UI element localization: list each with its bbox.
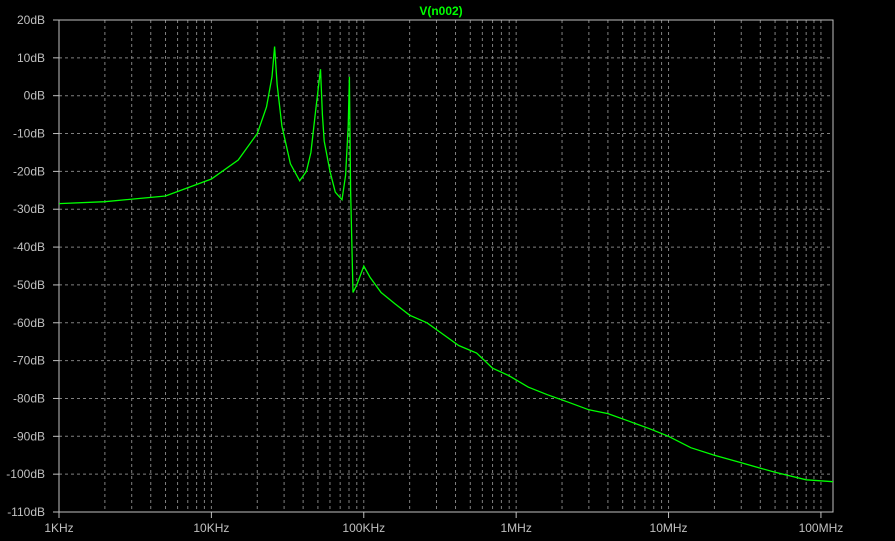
x-tick-label: 100KHz (342, 521, 385, 535)
y-tick-label: -90dB (13, 429, 45, 443)
y-tick-label: 20dB (17, 13, 45, 27)
y-tick-label: -40dB (13, 240, 45, 254)
y-tick-label: -110dB (7, 505, 45, 519)
y-tick-label: -80dB (13, 391, 45, 405)
y-tick-label: -100dB (6, 467, 45, 481)
y-tick-label: -20dB (13, 164, 45, 178)
y-tick-label: -30dB (13, 202, 45, 216)
y-tick-label: 0dB (24, 89, 45, 103)
x-tick-label: 10KHz (193, 521, 229, 535)
y-tick-label: -10dB (13, 127, 45, 141)
y-tick-label: 10dB (17, 51, 45, 65)
y-tick-label: -60dB (13, 316, 45, 330)
plot-svg: V(n002) 20dB 10dB 0dB -10dB -20dB -30dB -40dB -… (0, 0, 895, 541)
x-tick-label: 1KHz (44, 521, 73, 535)
x-tick-label: 100MHz (799, 521, 844, 535)
y-tick-label: -70dB (13, 354, 45, 368)
y-tick-label: -50dB (13, 278, 45, 292)
chart-title: V(n002) (419, 4, 462, 18)
x-tick-label: 10MHz (650, 521, 688, 535)
x-tick-label: 1MHz (500, 521, 531, 535)
